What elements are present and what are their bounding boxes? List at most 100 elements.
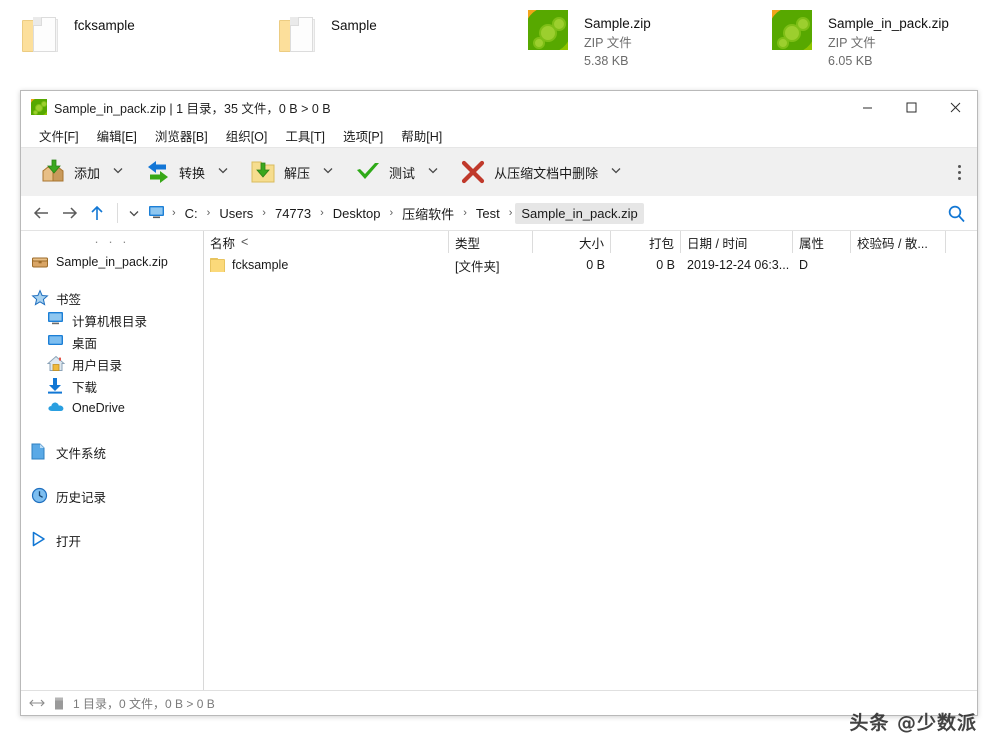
convert-arrows-icon <box>144 158 172 186</box>
column-label: 日期 / 时间 <box>687 236 748 251</box>
sidebar-item-label: 历史记录 <box>56 490 107 505</box>
sidebar-archive-label: Sample_in_pack.zip <box>56 255 168 269</box>
sidebar-item-user-home[interactable]: 用户目录 <box>21 353 203 375</box>
test-dropdown-caret[interactable] <box>421 161 445 183</box>
toolbar-group-extract: 解压 <box>243 154 340 190</box>
computer-icon <box>47 311 65 329</box>
sidebar-item-label: 用户目录 <box>72 358 123 373</box>
convert-button[interactable]: 转换 <box>138 154 211 190</box>
address-divider <box>117 203 118 223</box>
menu-organize[interactable]: 组织[O] <box>217 124 277 147</box>
menu-browser[interactable]: 浏览器[B] <box>146 124 217 147</box>
resize-handle-icon[interactable] <box>29 695 45 711</box>
peazip-app-icon <box>31 99 47 115</box>
close-button[interactable] <box>933 91 977 123</box>
sidebar-item-onedrive[interactable]: OneDrive <box>21 397 203 419</box>
breadcrumb-separator: › <box>172 207 176 219</box>
test-check-icon <box>354 158 382 186</box>
back-button[interactable] <box>27 199 55 227</box>
cell-name: fcksample <box>204 258 449 272</box>
sidebar-item-desktop[interactable]: 桌面 <box>21 331 203 353</box>
sidebar-item-file-system[interactable]: 文件系统 <box>21 441 203 463</box>
menu-options[interactable]: 选项[P] <box>334 124 392 147</box>
computer-icon[interactable] <box>144 202 169 225</box>
breadcrumb-separator: › <box>206 207 211 219</box>
column-label: 名称 <box>210 236 236 251</box>
peazip-archive-icon <box>772 10 816 54</box>
cell-attributes: D <box>799 258 809 272</box>
search-icon[interactable] <box>943 200 969 226</box>
toolbar-group-add: 添加 <box>33 154 130 190</box>
breadcrumb-compress-software[interactable]: 压缩软件 <box>396 201 460 226</box>
menu-tools[interactable]: 工具[T] <box>276 124 334 147</box>
column-header-datetime[interactable]: 日期 / 时间 <box>681 231 793 253</box>
test-button[interactable]: 测试 <box>348 154 421 190</box>
title-bar: Sample_in_pack.zip | 1 目录，35 文件，0 B > 0 … <box>21 91 977 123</box>
sidebar-item-label: 打开 <box>56 534 82 549</box>
toolbar-group-test: 测试 <box>348 154 445 190</box>
extract-dropdown-caret[interactable] <box>316 161 340 183</box>
sidebar-bookmarks-label: 书签 <box>56 292 82 307</box>
add-button[interactable]: 添加 <box>33 154 106 190</box>
desktop-item-sample-in-pack-zip[interactable]: Sample_in_pack.zip ZIP 文件 6.05 KB <box>772 10 949 70</box>
desktop-item-fcksample[interactable]: fcksample <box>18 12 135 56</box>
table-row[interactable]: fcksample [文件夹] 0 B 0 B 2019-12-24 06:3.… <box>204 253 977 277</box>
breadcrumb-user[interactable]: 74773 <box>269 203 317 224</box>
minimize-button[interactable] <box>845 91 889 123</box>
folder-icon <box>18 12 62 56</box>
breadcrumb-users[interactable]: Users <box>213 203 259 224</box>
cell-datetime: 2019-12-24 06:3... <box>687 258 790 272</box>
menu-edit[interactable]: 编辑[E] <box>88 124 146 147</box>
sidebar-item-downloads[interactable]: 下载 <box>21 375 203 397</box>
toolbar-group-delete: 从压缩文档中删除 <box>453 154 628 190</box>
menu-bar: 文件[F] 编辑[E] 浏览器[B] 组织[O] 工具[T] 选项[P] 帮助[… <box>21 123 977 147</box>
sidebar-item-bookmarks[interactable]: 书签 <box>21 287 203 309</box>
menu-help[interactable]: 帮助[H] <box>392 124 451 147</box>
delete-dropdown-caret[interactable] <box>604 161 628 183</box>
sidebar-item-archive[interactable]: Sample_in_pack.zip <box>21 251 203 273</box>
peazip-archive-icon <box>528 10 572 54</box>
folder-icon <box>210 258 225 272</box>
desktop-item-sample-zip[interactable]: Sample.zip ZIP 文件 5.38 KB <box>528 10 651 70</box>
up-button[interactable] <box>83 199 111 227</box>
column-label: 打包 <box>648 236 674 251</box>
history-clock-icon <box>31 487 49 505</box>
watermark: 头条 @少数派 <box>849 712 977 734</box>
cell-size: 0 B <box>586 258 605 272</box>
sidebar-item-computer-root[interactable]: 计算机根目录 <box>21 309 203 331</box>
maximize-button[interactable] <box>889 91 933 123</box>
column-header-packed[interactable]: 打包 <box>611 231 681 253</box>
peazip-window: Sample_in_pack.zip | 1 目录，35 文件，0 B > 0 … <box>20 90 978 716</box>
column-header-checksum[interactable]: 校验码 / 散... <box>851 231 946 253</box>
breadcrumb-c-drive[interactable]: C: <box>179 203 204 224</box>
extract-button-label: 解压 <box>284 165 311 181</box>
breadcrumb-desktop[interactable]: Desktop <box>327 203 387 224</box>
file-rows: fcksample [文件夹] 0 B 0 B 2019-12-24 06:3.… <box>204 253 977 690</box>
desktop-item-sample[interactable]: Sample <box>275 12 377 56</box>
column-header-type[interactable]: 类型 <box>449 231 533 253</box>
menu-file[interactable]: 文件[F] <box>30 124 88 147</box>
status-bar: 1 目录，0 文件，0 B > 0 B <box>21 690 977 715</box>
column-header-attributes[interactable]: 属性 <box>793 231 851 253</box>
more-options-icon[interactable] <box>947 157 971 187</box>
add-box-icon <box>39 158 67 186</box>
sidebar-dots[interactable]: · · · <box>21 235 203 251</box>
path-history-dropdown[interactable] <box>124 199 144 227</box>
archive-box-icon <box>31 253 49 271</box>
forward-button[interactable] <box>55 199 83 227</box>
add-dropdown-caret[interactable] <box>106 161 130 183</box>
column-header-size[interactable]: 大小 <box>533 231 611 253</box>
delete-from-archive-button[interactable]: 从压缩文档中删除 <box>453 154 604 190</box>
breadcrumb-separator: › <box>320 207 324 219</box>
extract-button[interactable]: 解压 <box>243 154 316 190</box>
convert-dropdown-caret[interactable] <box>211 161 235 183</box>
sidebar-item-history[interactable]: 历史记录 <box>21 485 203 507</box>
breadcrumb-test[interactable]: Test <box>470 203 506 224</box>
convert-button-label: 转换 <box>179 165 206 181</box>
breadcrumb-current-archive[interactable]: Sample_in_pack.zip <box>515 202 644 224</box>
column-header-name[interactable]: 名称 < <box>204 231 449 253</box>
sidebar-item-open[interactable]: 打开 <box>21 529 203 551</box>
